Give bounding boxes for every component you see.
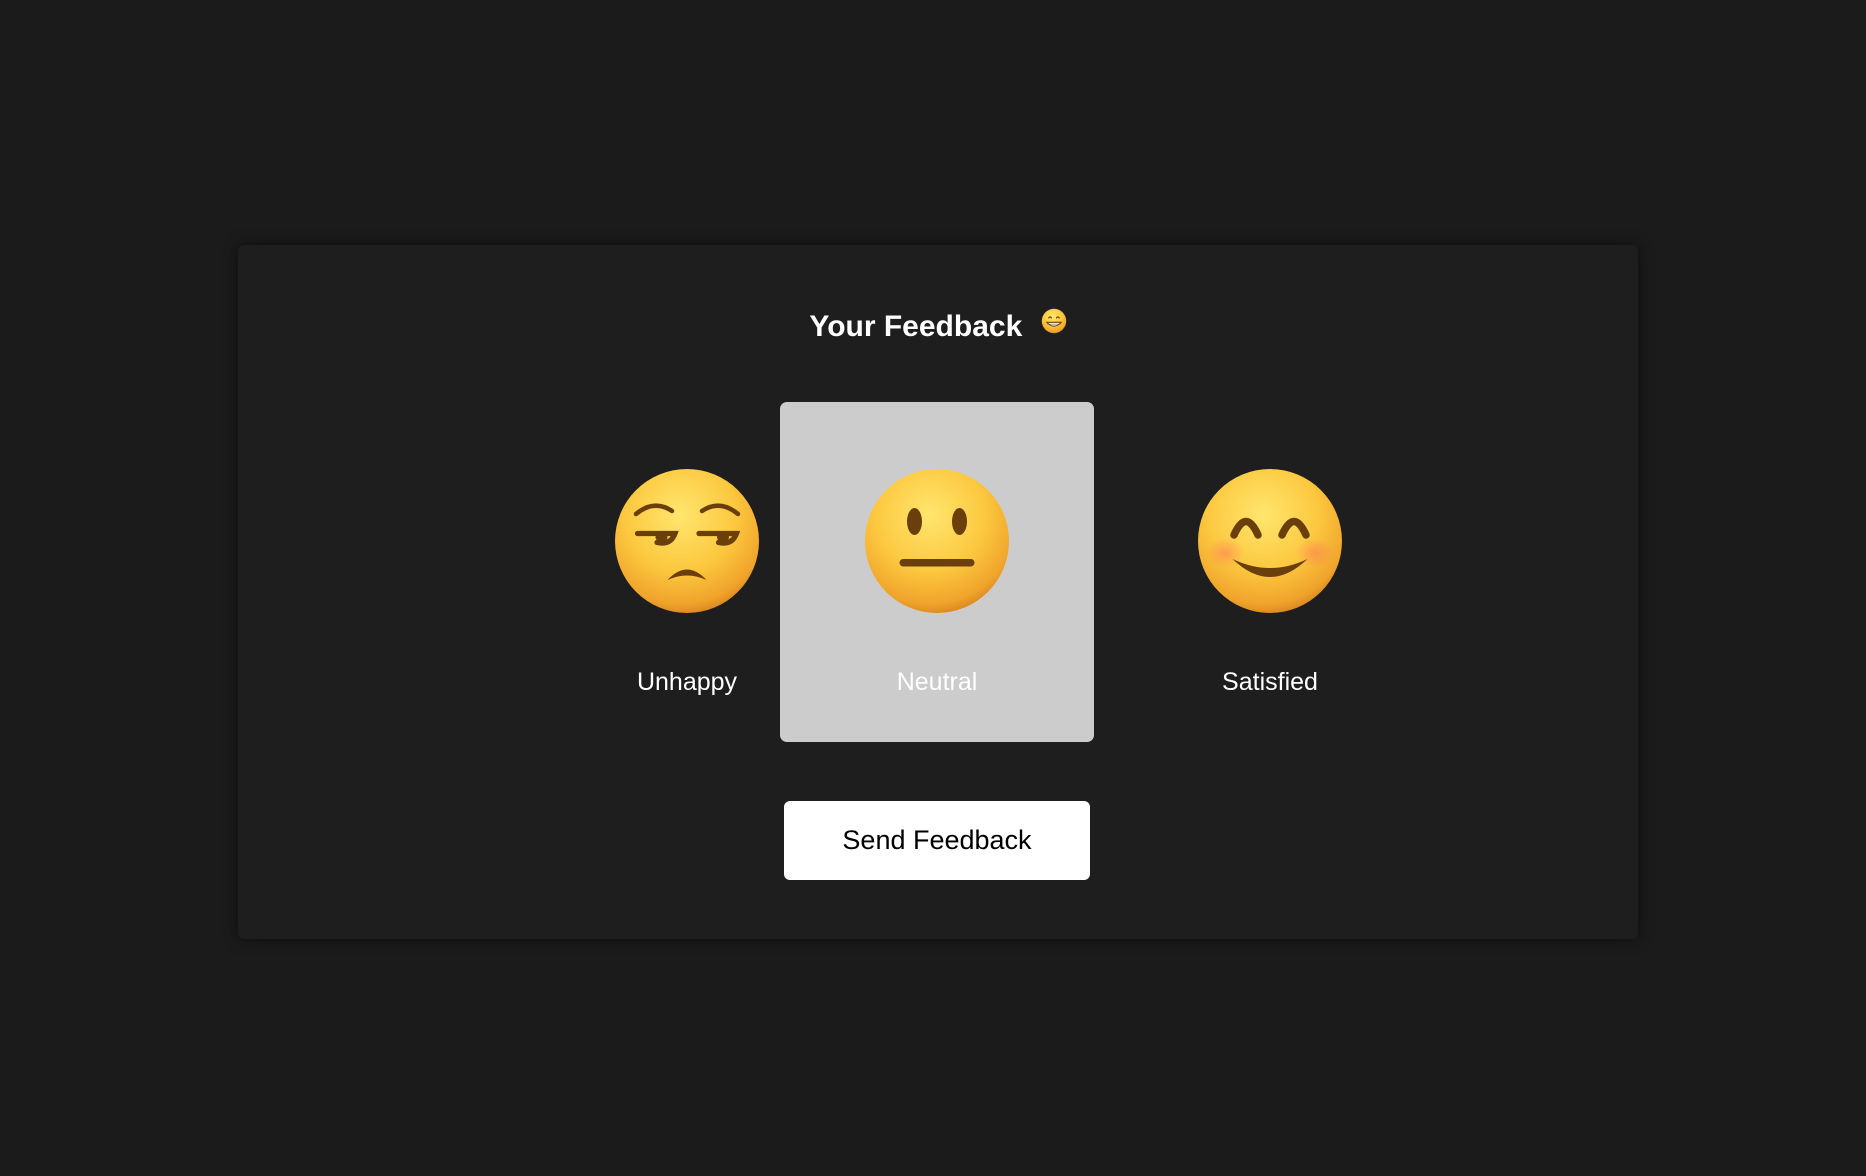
smiling-face-icon [1198, 469, 1342, 613]
feedback-options: Unhappy Neutral Satisfied [238, 402, 1638, 742]
unamused-face-icon [615, 469, 759, 613]
option-neutral[interactable]: Neutral [780, 402, 1094, 742]
grinning-face-icon [1041, 305, 1067, 345]
title-text: Your Feedback [809, 310, 1023, 343]
send-feedback-button[interactable]: Send Feedback [784, 801, 1090, 880]
option-label: Satisfied [1222, 668, 1318, 696]
option-satisfied[interactable]: Satisfied [1113, 402, 1427, 742]
option-label: Neutral [896, 668, 978, 696]
feedback-panel: Your Feedback Unhappy Neutral Satisfied … [238, 245, 1638, 939]
neutral-face-icon [865, 469, 1009, 613]
feedback-title: Your Feedback [238, 307, 1638, 347]
